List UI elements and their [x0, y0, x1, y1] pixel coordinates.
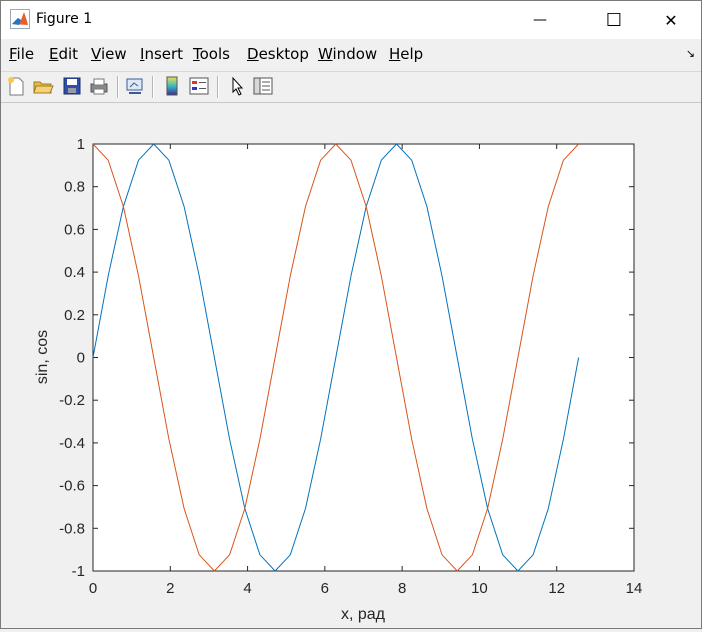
x-tick-label: 14 [626, 580, 643, 597]
x-tick-label: 2 [166, 580, 174, 597]
print-icon[interactable] [88, 75, 110, 97]
menu-edit[interactable]: Edit [49, 45, 78, 63]
y-tick-label: -0.8 [59, 520, 85, 537]
close-button[interactable]: ✕ [648, 1, 694, 39]
maximize-button[interactable]: ☐ [591, 1, 637, 39]
toolbar-separator [117, 76, 119, 98]
toolbar-separator [217, 76, 219, 98]
x-tick-label: 10 [471, 580, 488, 597]
y-tick-label: -0.4 [59, 435, 85, 452]
maximize-icon: ☐ [605, 9, 623, 31]
y-axis-label: sin, cos [34, 330, 51, 384]
window-title: Figure 1 [36, 11, 93, 27]
x-tick-label: 6 [321, 580, 329, 597]
open-file-icon[interactable] [32, 75, 54, 97]
pointer-icon[interactable] [226, 75, 248, 97]
dock-arrow-icon[interactable]: ↘ [686, 47, 695, 60]
property-inspector-icon[interactable] [252, 75, 274, 97]
colorbar-icon[interactable] [161, 75, 183, 97]
y-tick-label: 0.6 [64, 221, 85, 238]
y-tick-label: 1 [77, 136, 85, 153]
title-bar[interactable]: Figure 1 — ☐ ✕ [1, 1, 701, 39]
y-tick-label: -0.6 [59, 478, 85, 495]
menu-view[interactable]: View [91, 45, 127, 63]
y-tick-label: -0.2 [59, 392, 85, 409]
line-chart[interactable]: 0 2 4 6 8 10 12 14 1 0.8 0.6 0.4 0.2 0 -0.2 -0.4 -0.6 -0.… [1, 103, 701, 628]
x-axis-label: x, рад [341, 606, 386, 623]
menu-insert[interactable]: Insert [140, 45, 183, 63]
x-tick-label: 0 [89, 580, 97, 597]
plot-area: 0 2 4 6 8 10 12 14 1 0.8 0.6 0.4 0.2 0 -0.2 -0.4 -0.6 -0.… [1, 103, 701, 628]
matlab-logo-icon [10, 9, 30, 29]
y-tick-label: -1 [72, 563, 85, 580]
y-tick-label: 0 [77, 350, 85, 367]
menu-window[interactable]: Window [318, 45, 377, 63]
menu-desktop[interactable]: Desktop [247, 45, 309, 63]
menu-help[interactable]: Help [389, 45, 423, 63]
toolbar-separator [152, 76, 154, 98]
figure-window: Figure 1 — ☐ ✕ File Edit View Insert Too… [0, 0, 702, 629]
y-tick-label: 0.4 [64, 264, 85, 281]
new-figure-icon[interactable] [5, 75, 27, 97]
x-tick-label: 8 [398, 580, 406, 597]
axes-box[interactable] [92, 143, 635, 572]
minimize-button[interactable]: — [517, 1, 563, 39]
legend-icon[interactable] [188, 75, 210, 97]
close-icon: ✕ [664, 10, 678, 30]
menu-file[interactable]: File [9, 45, 34, 63]
save-icon[interactable] [61, 75, 83, 97]
y-tick-label: 0.2 [64, 307, 85, 324]
link-plot-icon[interactable] [124, 75, 146, 97]
x-tick-label: 4 [243, 580, 251, 597]
minimize-icon: — [533, 12, 547, 28]
menu-bar: File Edit View Insert Tools Desktop Wind… [1, 41, 701, 69]
y-tick-label: 0.8 [64, 179, 85, 196]
toolbar [1, 71, 701, 103]
x-tick-label: 12 [548, 580, 565, 597]
menu-tools[interactable]: Tools [193, 45, 230, 63]
